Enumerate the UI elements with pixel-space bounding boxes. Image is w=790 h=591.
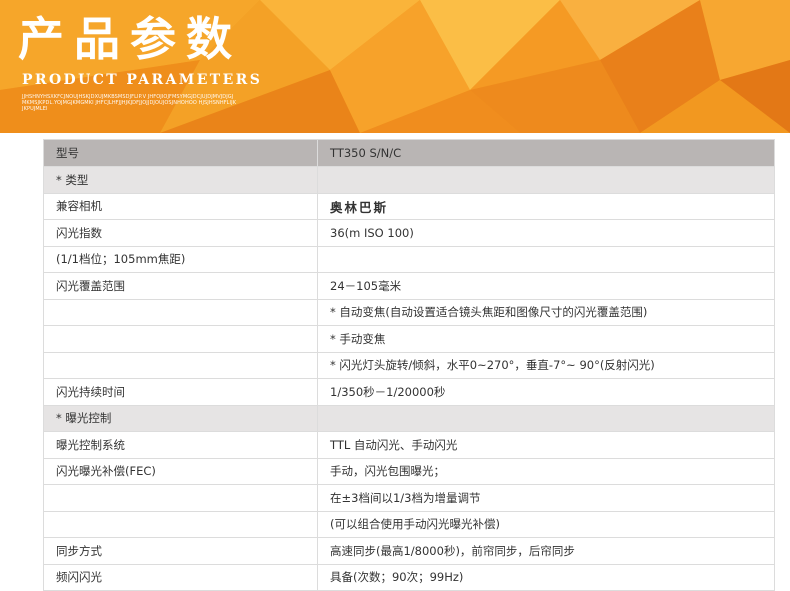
table-row: 曝光控制系统 TTL 自动闪光、手动闪光 [43,431,775,459]
table-row: 闪光持续时间 1/350秒－1/20000秒 [43,378,775,406]
param-label: 闪光指数 [43,219,318,247]
table-row: * 自动变焦(自动设置适合镜头焦距和图像尺寸的闪光覆盖范围) [43,298,775,326]
table-row: * 手动变焦 [43,325,775,353]
table-row: 闪光覆盖范围 24－105毫米 [43,272,775,300]
param-value: (可以组合使用手动闪光曝光补偿) [317,510,775,538]
param-value [317,166,775,194]
param-value: 36(m ISO 100) [317,219,775,247]
param-label [43,351,318,379]
table-row: 闪光指数 36(m ISO 100) [43,219,775,247]
table-row: (1/1档位；105mm焦距) [43,245,775,273]
table-row: 在±3档间以1/3档为增量调节 [43,484,775,512]
param-label: 闪光曝光补偿(FEC) [43,457,318,485]
param-value: 手动，闪光包围曝光； [317,457,775,485]
header-banner: 产品参数 PRODUCT PARAMETERS JJHSHNYHSXKFCJNO… [0,0,790,133]
param-value [317,404,775,432]
param-label: 闪光持续时间 [43,378,318,406]
param-value: 24－105毫米 [317,272,775,300]
table-row: 闪光曝光补偿(FEC) 手动，闪光包围曝光； [43,457,775,485]
param-value: 1/350秒－1/20000秒 [317,378,775,406]
param-value [317,245,775,273]
param-label: * 曝光控制 [43,404,318,432]
param-value: TTL 自动闪光、手动闪光 [317,431,775,459]
param-label: 曝光控制系统 [43,431,318,459]
param-label: 兼容相机 [43,192,318,220]
table-row: 同步方式 高速同步(最高1/8000秒)，前帘同步，后帘同步 [43,537,775,565]
param-label [43,484,318,512]
table-row: 频闪闪光 具备(次数；90次；99Hz) [43,563,775,591]
param-value: 奥林巴斯 [317,192,775,220]
param-label: 频闪闪光 [43,563,318,591]
param-label: * 类型 [43,166,318,194]
param-value: TT350 S/N/C [317,139,775,167]
section-row: * 曝光控制 [43,404,775,432]
table-header-row: 型号 TT350 S/N/C [43,139,775,167]
table-row: * 闪光灯头旋转/倾斜，水平0~270°，垂直-7°~ 90°(反射闪光) [43,351,775,379]
title-english: PRODUCT PARAMETERS [22,72,263,88]
param-value: * 手动变焦 [317,325,775,353]
section-row: * 类型 [43,166,775,194]
param-value: * 闪光灯头旋转/倾斜，水平0~270°，垂直-7°~ 90°(反射闪光) [317,351,775,379]
parameters-table: 型号 TT350 S/N/C * 类型 兼容相机 奥林巴斯 闪光指数 36(m ISO 10… [43,139,775,591]
param-value: * 自动变焦(自动设置适合镜头焦距和图像尺寸的闪光覆盖范围) [317,298,775,326]
decorative-subtext: JJHSHNYHSXKFCJNOUJHSKJDXUJMKBSMSDJFLIP.V… [22,94,237,112]
table-row: 兼容相机 奥林巴斯 [43,192,775,220]
param-label [43,298,318,326]
param-label: 型号 [43,139,318,167]
param-value: 具备(次数；90次；99Hz) [317,563,775,591]
param-label [43,325,318,353]
param-label [43,510,318,538]
param-label: (1/1档位；105mm焦距) [43,245,318,273]
table-row: (可以组合使用手动闪光曝光补偿) [43,510,775,538]
param-value: 高速同步(最高1/8000秒)，前帘同步，后帘同步 [317,537,775,565]
param-label: 同步方式 [43,537,318,565]
title-chinese: 产品参数 [18,12,242,66]
param-value: 在±3档间以1/3档为增量调节 [317,484,775,512]
param-label: 闪光覆盖范围 [43,272,318,300]
